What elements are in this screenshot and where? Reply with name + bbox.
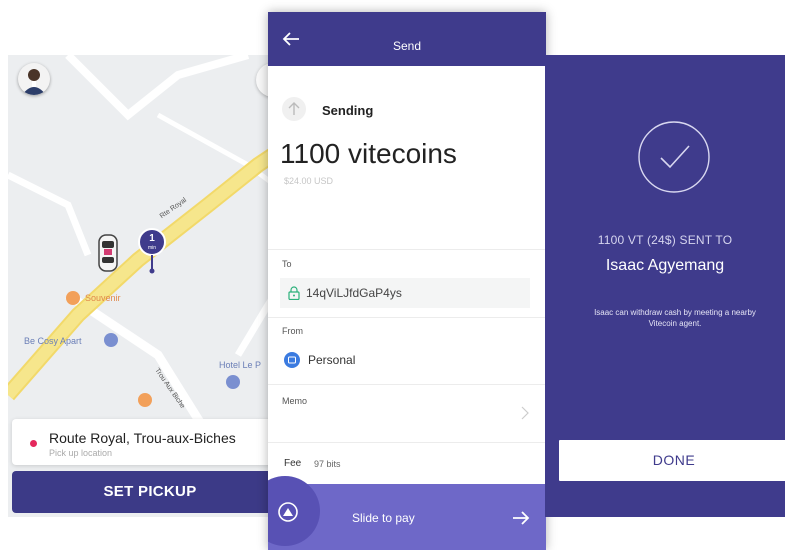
from-wallet[interactable]: Personal — [308, 353, 355, 367]
lock-icon — [288, 286, 300, 300]
wallet-icon — [284, 352, 300, 368]
hotel-icon-2[interactable] — [226, 375, 240, 389]
arrow-right-icon — [513, 511, 530, 525]
sending-arrow-icon — [282, 97, 306, 121]
poi-souvenir[interactable]: Souvenir — [85, 293, 121, 303]
send-screen: Send Sending 1100 vitecoins $24.00 USD T… — [268, 12, 546, 550]
done-button[interactable]: DONE — [559, 440, 789, 481]
restaurant-icon[interactable] — [66, 291, 80, 305]
car-icon — [98, 234, 118, 272]
divider — [268, 442, 546, 443]
eta-pin: 1 min — [138, 228, 168, 276]
restaurant-icon-2[interactable] — [138, 393, 152, 407]
slide-to-pay-label: Slide to pay — [352, 511, 415, 525]
check-circle-icon — [638, 121, 710, 193]
recipient-name: Isaac Agyemang — [605, 257, 725, 274]
pickup-location-card[interactable]: Route Royal, Trou-aux-Biches Pick up loc… — [12, 419, 282, 465]
withdraw-note: Isaac can withdraw cash by meeting a nea… — [594, 308, 756, 328]
hotel-icon[interactable] — [104, 333, 118, 347]
avatar[interactable] — [18, 63, 50, 95]
divider — [268, 249, 546, 250]
send-header: Send — [268, 12, 546, 66]
set-pickup-button[interactable]: SET PICKUP — [12, 471, 288, 513]
slide-handle[interactable] — [268, 476, 320, 546]
send-amount-usd: $24.00 USD — [284, 176, 334, 186]
poi-hotel[interactable]: Hotel Le P — [219, 360, 261, 370]
pickup-address: Route Royal, Trou-aux-Biches — [49, 430, 236, 446]
from-label: From — [282, 326, 303, 336]
sending-status: Sending — [322, 103, 374, 118]
pickup-dot-icon — [30, 440, 37, 447]
confirmation-screen: 1100 VT (24$) SENT TO Isaac Agyemang Isa… — [545, 55, 789, 517]
to-address-field[interactable]: 14qViLJfdGaP4ys — [280, 278, 530, 308]
user-avatar-icon — [22, 69, 46, 95]
to-address: 14qViLJfdGaP4ys — [306, 286, 402, 300]
memo-label: Memo — [282, 396, 308, 406]
poi-be-cosy-apart[interactable]: Be Cosy Apart — [24, 336, 82, 346]
map-screen: Rte Royal 1 min Souvenir Be Cosy Apart H… — [8, 55, 288, 517]
eta-unit: min — [147, 245, 157, 251]
send-amount: 1100 vitecoins — [280, 138, 457, 169]
slide-to-pay-bar[interactable]: Slide to pay — [268, 476, 546, 550]
sent-summary: 1100 VT (24$) SENT TO — [597, 233, 733, 247]
logo-icon — [278, 502, 298, 522]
divider — [268, 317, 546, 318]
fee-value: 97 bits — [314, 459, 341, 469]
eta-value: 1 — [149, 233, 155, 244]
divider — [268, 384, 546, 385]
pickup-sublabel: Pick up location — [49, 448, 113, 458]
fee-label: Fee — [284, 458, 302, 469]
to-label: To — [282, 259, 292, 269]
page-title: Send — [392, 39, 422, 53]
chevron-right-icon[interactable] — [520, 405, 530, 421]
